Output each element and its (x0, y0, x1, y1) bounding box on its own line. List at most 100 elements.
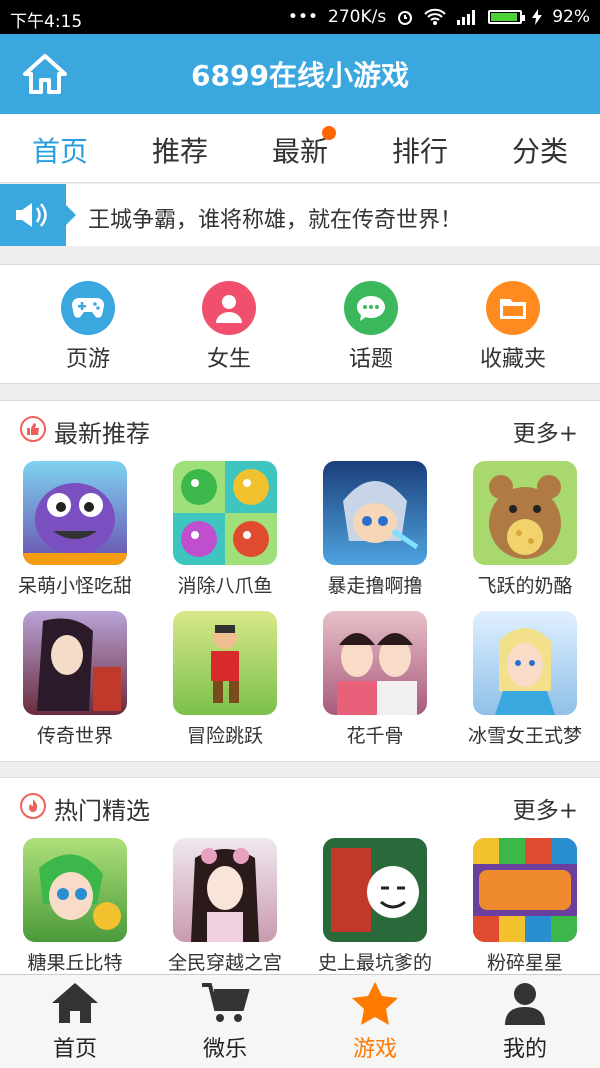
game-name: 暴走撸啊撸 (327, 575, 423, 597)
folder-icon (486, 281, 540, 335)
game-name: 全民穿越之宫 (167, 952, 282, 974)
section-title: 最新推荐 (54, 420, 150, 448)
alarm-icon (396, 8, 414, 26)
game-icon (473, 838, 577, 942)
cart-icon (202, 983, 250, 1022)
flame-icon (20, 793, 46, 819)
game-icon (23, 611, 127, 715)
section-header: 热门精选 更多+ (0, 778, 600, 832)
game-icon (323, 838, 427, 942)
chat-icon (344, 281, 398, 335)
tab-label: 最新 (271, 135, 328, 168)
section-header: 最新推荐 更多+ (0, 401, 600, 455)
section-title: 热门精选 (54, 797, 150, 825)
quick-link-topics[interactable]: 话题 (296, 281, 446, 373)
bottom-nav-weile[interactable]: 微乐 (150, 981, 300, 1063)
tab-label: 首页 (31, 135, 88, 168)
user-icon (505, 983, 545, 1025)
bottom-nav-label: 微乐 (202, 1037, 247, 1062)
new-badge (322, 126, 336, 140)
game-card[interactable]: 粉碎星星 (450, 838, 600, 975)
hot-section: 热门精选 更多+ 糖果丘比特 全民穿越之宫 史上最坑爹的 粉碎星星 (0, 777, 600, 979)
game-card[interactable]: 史上最坑爹的 (300, 838, 450, 975)
status-dots: ••• (287, 7, 319, 27)
game-card[interactable]: 冰雪女王式梦 (450, 611, 600, 748)
quick-link-favorites[interactable]: 收藏夹 (438, 281, 588, 373)
quick-link-label: 收藏夹 (479, 347, 546, 372)
game-icon (173, 461, 277, 565)
battery-icon (488, 10, 526, 24)
game-card[interactable]: 花千骨 (300, 611, 450, 748)
game-name: 糖果丘比特 (27, 952, 123, 974)
bottom-nav-label: 首页 (52, 1037, 97, 1062)
game-card[interactable]: 糖果丘比特 (0, 838, 150, 975)
game-name: 消除八爪鱼 (177, 575, 273, 597)
star-icon (352, 982, 398, 1025)
quick-link-label: 话题 (348, 347, 393, 372)
more-link[interactable]: 更多+ (513, 791, 578, 825)
game-card[interactable]: 全民穿越之宫 (150, 838, 300, 975)
battery-percent: 92% (552, 7, 590, 27)
game-card[interactable]: 暴走撸啊撸 (300, 461, 450, 598)
game-card[interactable]: 传奇世界 (0, 611, 150, 748)
game-card[interactable]: 冒险跳跃 (150, 611, 300, 748)
game-name: 冒险跳跃 (186, 725, 263, 747)
game-name: 飞跃的奶酪 (477, 575, 573, 597)
bottom-nav-label: 游戏 (352, 1037, 397, 1062)
game-card[interactable]: 飞跃的奶酪 (450, 461, 600, 598)
announcement-bar[interactable]: 王城争霸，谁将称雄，就在传奇世界！ (0, 184, 600, 246)
game-name: 花千骨 (346, 725, 404, 747)
person-icon (202, 281, 256, 335)
game-name: 呆萌小怪吃甜 (17, 575, 132, 597)
game-icon (473, 461, 577, 565)
tab-recommend[interactable]: 推荐 (120, 130, 240, 170)
bottom-nav-label: 我的 (502, 1037, 547, 1062)
network-speed: 270K/s (328, 7, 387, 27)
bottom-nav-games[interactable]: 游戏 (300, 981, 450, 1063)
quick-links: 页游 女生 话题 收藏夹 (0, 264, 600, 384)
game-card[interactable]: 消除八爪鱼 (150, 461, 300, 598)
latest-section: 最新推荐 更多+ 呆萌小怪吃甜 消除八爪鱼 暴走撸啊撸 飞跃的奶酪 传奇世界 冒… (0, 400, 600, 762)
speaker-icon (0, 184, 76, 246)
game-icon (323, 611, 427, 715)
charging-icon (532, 9, 543, 25)
game-card[interactable]: 呆萌小怪吃甜 (0, 461, 150, 598)
game-icon (173, 838, 277, 942)
game-icon (23, 461, 127, 565)
gamepad-icon (61, 281, 115, 335)
game-icon (473, 611, 577, 715)
top-tabs: 首页 推荐 最新 排行 分类 (0, 114, 600, 183)
tab-label: 分类 (511, 135, 568, 168)
tab-category[interactable]: 分类 (480, 130, 600, 170)
status-time: 下午4:15 (10, 12, 83, 32)
signal-icon (456, 9, 478, 25)
status-right: ••• 270K/s 92% (288, 7, 590, 27)
announcement-text: 王城争霸，谁将称雄，就在传奇世界！ (88, 208, 463, 233)
quick-link-webgame[interactable]: 页游 (13, 281, 163, 373)
game-icon (323, 461, 427, 565)
bottom-nav-home[interactable]: 首页 (0, 981, 150, 1063)
tab-latest[interactable]: 最新 (240, 126, 360, 170)
tab-ranking[interactable]: 排行 (360, 130, 480, 170)
thumbs-up-icon (20, 416, 46, 442)
game-icon (23, 838, 127, 942)
page-title: 6899在线小游戏 (191, 59, 409, 92)
quick-link-label: 女生 (206, 347, 251, 372)
quick-link-label: 页游 (65, 347, 110, 372)
game-name: 粉碎星星 (486, 952, 563, 974)
app-header: 6899在线小游戏 (0, 34, 600, 114)
home-icon (52, 983, 98, 1023)
bottom-nav-mine[interactable]: 我的 (450, 981, 600, 1063)
game-name: 史上最坑爹的 (317, 952, 432, 974)
game-name: 冰雪女王式梦 (467, 725, 582, 747)
tab-label: 排行 (391, 135, 448, 168)
battery-fill (491, 13, 517, 21)
game-icon (173, 611, 277, 715)
game-name: 传奇世界 (36, 725, 113, 747)
bottom-nav: 首页 微乐 游戏 我的 (0, 974, 600, 1068)
tab-home[interactable]: 首页 (0, 130, 120, 170)
tab-label: 推荐 (151, 135, 208, 168)
more-link[interactable]: 更多+ (513, 414, 578, 448)
quick-link-girls[interactable]: 女生 (154, 281, 304, 373)
wifi-icon (424, 8, 446, 26)
